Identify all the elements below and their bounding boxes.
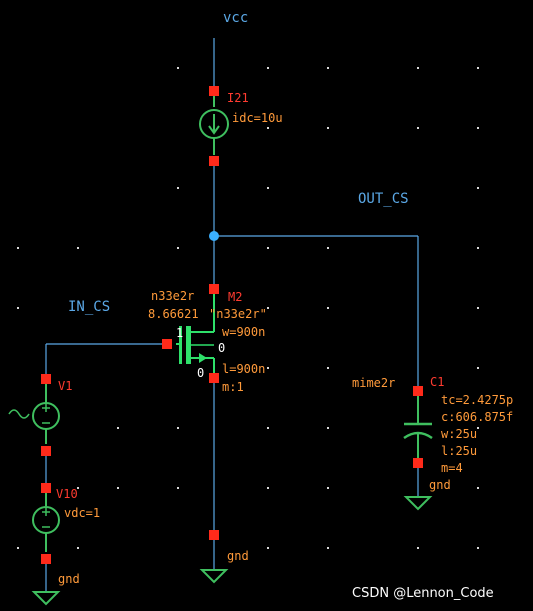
v10-name: V10 (56, 487, 78, 501)
i21-name: I21 (227, 91, 249, 105)
junction-node[interactable] (209, 231, 219, 241)
mos-channel-icon (186, 326, 191, 364)
c1-name: C1 (430, 375, 444, 389)
ground-icon (31, 591, 61, 606)
c1-tc: tc=2.4275p (441, 393, 513, 407)
net-label-out-cs: OUT_CS (358, 191, 409, 207)
gnd-label-cap: gnd (429, 478, 451, 492)
pin-square[interactable] (41, 374, 51, 384)
v10-param: vdc=1 (64, 506, 100, 520)
m2-l: l=900n (222, 362, 265, 376)
current-source-i21[interactable]: I21 idc=10u (199, 86, 283, 166)
m2-model-quoted: "n33e2r" (209, 307, 267, 321)
pin-square[interactable] (413, 458, 423, 468)
m2-pin-body-right: 0 (218, 341, 225, 355)
gnd-label-mos: gnd (227, 549, 249, 563)
ground-v10[interactable]: gnd (31, 572, 80, 606)
pin-square[interactable] (209, 156, 219, 166)
voltage-source-v10[interactable]: V10 vdc=1 (32, 483, 100, 564)
ground-cap[interactable]: gnd (403, 478, 451, 511)
pin-square[interactable] (413, 386, 423, 396)
c1-w: w:25u (441, 427, 477, 441)
ground-icon (199, 569, 229, 584)
sine-wave-icon (8, 409, 30, 419)
m2-pin-gate: 1 (176, 326, 183, 340)
net-label-vcc: vcc (223, 10, 248, 26)
i21-param: idc=10u (232, 111, 283, 125)
watermark: CSDN @Lennon_Code (352, 586, 494, 601)
c1-c: c:606.875f (441, 410, 513, 424)
v1-name: V1 (58, 379, 72, 393)
gnd-label-v10: gnd (58, 572, 80, 586)
m2-pin-body-left: 0 (197, 366, 204, 380)
m2-w: w=900n (222, 325, 265, 339)
ground-mos[interactable]: gnd (199, 530, 249, 584)
net-label-in-cs: IN_CS (68, 299, 110, 315)
m2-value: 8.66621 (148, 307, 199, 321)
pin-square[interactable] (209, 373, 219, 383)
m2-model: n33e2r (151, 289, 194, 303)
pin-square[interactable] (209, 284, 219, 294)
capacitor-c1[interactable]: C1 mime2r tc=2.4275p c:606.875f w:25u l:… (352, 375, 513, 475)
m2-name: M2 (228, 290, 242, 304)
ground-icon (403, 496, 433, 511)
c1-model: mime2r (352, 376, 395, 390)
pin-square[interactable] (41, 446, 51, 456)
pin-square[interactable] (41, 554, 51, 564)
m2-m: m:1 (222, 380, 244, 394)
schematic-canvas[interactable]: vcc OUT_CS IN_CS I21 idc=10u M2 n33e2r 8… (0, 0, 533, 611)
pin-square[interactable] (41, 483, 51, 493)
pin-square[interactable] (209, 86, 219, 96)
c1-m: m=4 (441, 461, 463, 475)
c1-l: l:25u (441, 444, 477, 458)
pin-square[interactable] (209, 530, 219, 540)
nmos-transistor-m2[interactable]: M2 n33e2r 8.66621 "n33e2r" w=900n l=900n… (148, 284, 267, 394)
pin-square[interactable] (162, 339, 172, 349)
source-arrow-icon (199, 353, 207, 363)
voltage-source-v1[interactable]: V1 (8, 374, 72, 456)
